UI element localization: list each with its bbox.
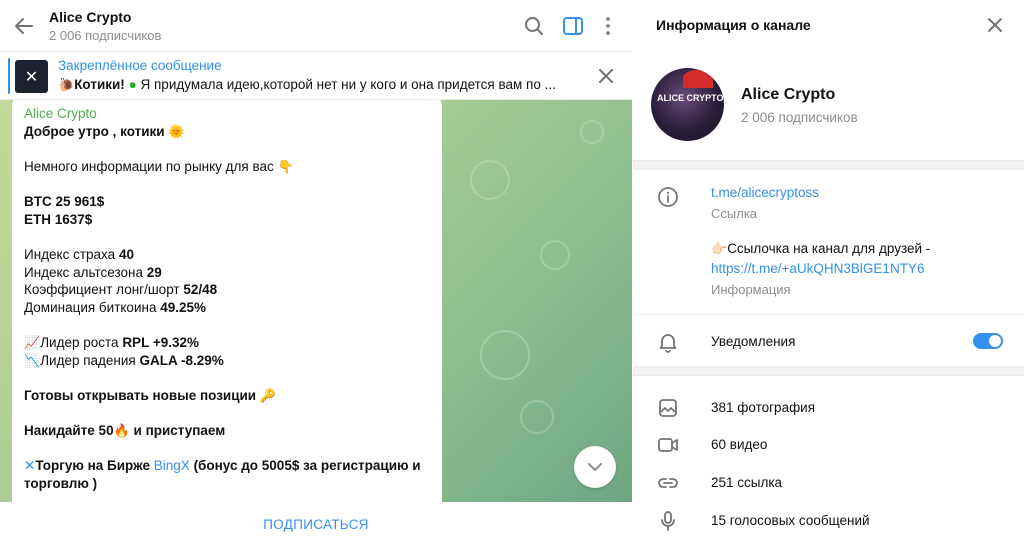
growth-leader: 📈Лидер роста RPL +9.32% — [24, 335, 199, 351]
chart-down-emoji-icon: 📉 — [24, 352, 41, 368]
chat-background: Alice Crypto Доброе утро , котики 🌞 Немн… — [0, 100, 632, 502]
channel-link[interactable]: t.me/alicecryptoss — [711, 185, 819, 200]
description-label: Информация — [711, 282, 791, 297]
pointing-right-emoji-icon: 👉🏻 — [711, 241, 728, 256]
divider — [633, 160, 1024, 170]
channel-info-pane: Информация о канале ALICE CRYPTO Alice C… — [633, 0, 1024, 546]
fear-index: Индекс страха 40 — [24, 247, 134, 263]
chat-header: Alice Crypto 2 006 подписчиков — [0, 0, 632, 52]
sidebar-toggle-icon[interactable] — [561, 14, 585, 38]
video-icon — [658, 438, 678, 452]
channel-subscribers: 2 006 подписчиков — [741, 110, 858, 125]
pinned-message-bar[interactable]: ✕ Закреплённое сообщение 🐌Котики! ● Я пр… — [0, 52, 632, 100]
bingx-logo-icon: ✕ — [24, 458, 36, 474]
fire-emoji-icon: 🔥 — [113, 423, 130, 439]
channel-name: Alice Crypto — [741, 86, 836, 103]
key-emoji-icon: 🔑 — [259, 387, 277, 403]
message-author[interactable]: Alice Crypto — [24, 106, 442, 121]
decline-leader: 📉Лидер падения GALA -8.29% — [24, 352, 224, 368]
bingx-link[interactable]: BingX — [154, 458, 190, 473]
pinned-indicator — [8, 58, 10, 94]
background-doodle — [480, 330, 530, 380]
channel-avatar[interactable]: ALICE CRYPTO — [651, 68, 724, 141]
message-greeting: Доброе утро , котики 🌞 — [24, 124, 185, 139]
subscribe-button[interactable]: ПОДПИСАТЬСЯ — [0, 502, 632, 546]
links-count[interactable]: 251 ссылка — [711, 475, 782, 490]
message-tap: Накидайте 50🔥 и приступаем — [24, 423, 226, 439]
chart-up-emoji-icon: 📈 — [24, 335, 41, 351]
message-ready: Готовы открывать новые позиции 🔑 — [24, 387, 277, 403]
link-icon — [658, 478, 678, 488]
notifications-label: Уведомления — [711, 334, 796, 349]
eth-price: ETH 1637$ — [24, 211, 93, 227]
voice-count[interactable]: 15 голосовых сообщений — [711, 513, 870, 528]
background-doodle — [520, 400, 554, 434]
sun-emoji-icon: 🌞 — [168, 124, 185, 139]
message-trade-line2: торговлю ) — [24, 475, 98, 491]
info-title: Информация о канале — [656, 17, 811, 33]
photo-icon — [659, 399, 677, 417]
chat-subscriber-count: 2 006 подписчиков — [49, 28, 162, 43]
background-doodle — [540, 240, 570, 270]
photos-count[interactable]: 381 фотография — [711, 400, 815, 415]
invite-link[interactable]: https://t.me/+aUkQHN3BlGE1NTY6 — [711, 261, 924, 276]
chevron-down-icon — [588, 463, 602, 471]
telegram-window: Alice Crypto 2 006 подписчиков ✕ Закрепл… — [0, 0, 1024, 546]
message-bubble[interactable]: Alice Crypto Доброе утро , котики 🌞 Немн… — [12, 100, 442, 502]
pinned-preview: 🐌Котики! ● Я придумала идею,которой нет … — [58, 77, 556, 92]
background-doodle — [470, 160, 510, 200]
close-pinned-icon[interactable] — [596, 66, 616, 86]
divider — [633, 366, 1024, 376]
bell-icon — [659, 334, 677, 353]
more-options-icon[interactable] — [596, 14, 620, 38]
green-circle-icon: ● — [128, 77, 137, 92]
search-icon[interactable] — [522, 14, 546, 38]
back-arrow-icon[interactable] — [12, 14, 36, 38]
videos-count[interactable]: 60 видео — [711, 437, 767, 452]
btc-dominance: Доминация биткоина 49.25% — [24, 299, 207, 315]
chat-pane: Alice Crypto 2 006 подписчиков ✕ Закрепл… — [0, 0, 632, 546]
pinned-title: Закреплённое сообщение — [58, 58, 222, 73]
btc-price: BTC 25 961$ — [24, 194, 105, 210]
snail-emoji-icon: 🐌 — [58, 77, 75, 92]
avatar-logo: ALICE CRYPTO — [657, 93, 724, 103]
chat-title[interactable]: Alice Crypto — [49, 9, 131, 25]
notifications-toggle[interactable] — [973, 333, 1003, 349]
microphone-icon — [661, 511, 675, 531]
pointing-down-emoji-icon: 👇 — [277, 159, 294, 175]
divider — [633, 314, 1024, 315]
link-label: Ссылка — [711, 206, 758, 221]
message-intro: Немного информации по рынку для вас 👇 — [24, 159, 294, 175]
scroll-down-button[interactable] — [574, 446, 616, 488]
info-icon — [658, 187, 678, 207]
background-doodle — [580, 120, 604, 144]
santa-hat-icon — [683, 70, 713, 88]
channel-description: 👉🏻Ссылочка на канал для друзей - — [711, 241, 931, 256]
pinned-thumbnail: ✕ — [15, 60, 48, 93]
altseason-index: Индекс альтсезона 29 — [24, 264, 162, 280]
long-short-ratio: Коэффициент лонг/шорт 52/48 — [24, 282, 218, 298]
info-header: Информация о канале — [633, 0, 1024, 50]
message-trade: ✕Торгую на Бирже BingX (бонус до 5005$ з… — [24, 458, 421, 474]
close-icon[interactable] — [985, 15, 1005, 35]
